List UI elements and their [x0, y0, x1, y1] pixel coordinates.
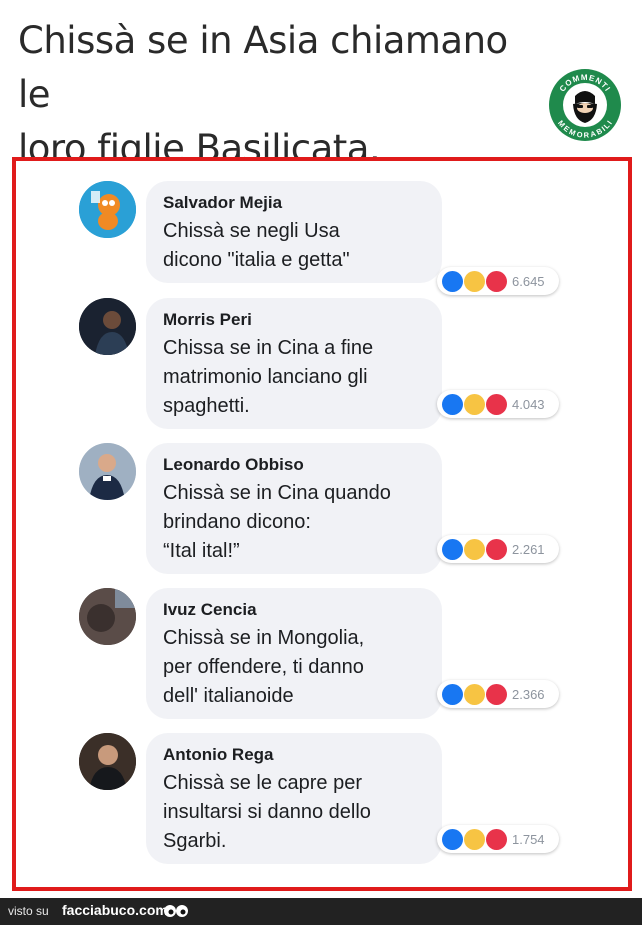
- comment-item: Leonardo Obbiso Chissà se in Cina quando…: [16, 443, 628, 574]
- comment-author[interactable]: Leonardo Obbiso: [163, 453, 428, 477]
- comment-text: Chissà se negli Usa dicono "italia e get…: [163, 220, 350, 271]
- footer-visto-su: visto su: [8, 904, 49, 918]
- headline: Chissà se in Asia chiamano le loro figli…: [18, 14, 538, 176]
- haha-reaction-icon: [464, 538, 485, 560]
- reactions-summary[interactable]: 2.261: [437, 535, 559, 563]
- love-reaction-icon: [486, 828, 507, 850]
- comment-bubble[interactable]: Morris Peri Chissa se in Cina a fine mat…: [146, 298, 442, 429]
- reactions-summary[interactable]: 2.366: [437, 680, 559, 708]
- haha-reaction-icon: [464, 393, 485, 415]
- comment-text: Chissà se in Mongolia, per offendere, ti…: [163, 627, 365, 707]
- avatar[interactable]: [79, 443, 136, 500]
- love-reaction-icon: [486, 538, 507, 560]
- commenti-memorabili-logo: COMMENTI MEMORABILI: [549, 69, 621, 141]
- comment-bubble[interactable]: Salvador Mejia Chissà se negli Usa dicon…: [146, 181, 442, 283]
- love-reaction-icon: [486, 270, 507, 292]
- person-avatar-icon: [79, 733, 136, 790]
- like-reaction-icon: [442, 683, 463, 705]
- like-reaction-icon: [442, 828, 463, 850]
- comment-item: Morris Peri Chissa se in Cina a fine mat…: [16, 298, 628, 429]
- avatar[interactable]: [79, 588, 136, 645]
- facciabuco-eyes-icon: [164, 905, 188, 917]
- reactions-summary[interactable]: 1.754: [437, 825, 559, 853]
- person-avatar-icon: [79, 443, 136, 500]
- comments-frame: Salvador Mejia Chissà se negli Usa dicon…: [12, 157, 632, 891]
- haha-reaction-icon: [464, 683, 485, 705]
- comment-author[interactable]: Morris Peri: [163, 308, 428, 332]
- reactions-summary[interactable]: 4.043: [437, 390, 559, 418]
- comment-bubble[interactable]: Antonio Rega Chissà se le capre per insu…: [146, 733, 442, 864]
- person-avatar-icon: [79, 298, 136, 355]
- reaction-count: 1.754: [512, 831, 545, 847]
- avatar[interactable]: [79, 733, 136, 790]
- comment-bubble[interactable]: Leonardo Obbiso Chissà se in Cina quando…: [146, 443, 442, 574]
- footer-site-link[interactable]: facciabuco.com: [62, 902, 168, 918]
- avatar[interactable]: [79, 181, 136, 238]
- comment-text: Chissà se le capre per insultarsi si dan…: [163, 772, 371, 852]
- love-reaction-icon: [486, 683, 507, 705]
- comment-item: Ivuz Cencia Chissà se in Mongolia, per o…: [16, 588, 628, 719]
- avatar[interactable]: [79, 298, 136, 355]
- person-avatar-icon: [79, 588, 136, 645]
- comment-text: Chissà se in Cina quando brindano dicono…: [163, 482, 391, 562]
- like-reaction-icon: [442, 538, 463, 560]
- reactions-summary[interactable]: 6.645: [437, 267, 559, 295]
- reaction-count: 6.645: [512, 273, 545, 289]
- comment-item: Salvador Mejia Chissà se negli Usa dicon…: [16, 181, 628, 311]
- love-reaction-icon: [486, 393, 507, 415]
- comment-author[interactable]: Salvador Mejia: [163, 191, 428, 215]
- comment-bubble[interactable]: Ivuz Cencia Chissà se in Mongolia, per o…: [146, 588, 442, 719]
- headline-line-1: Chissà se in Asia chiamano le: [18, 19, 508, 116]
- reaction-count: 4.043: [512, 396, 545, 412]
- haha-reaction-icon: [464, 270, 485, 292]
- comment-text: Chissa se in Cina a fine matrimonio lanc…: [163, 337, 374, 417]
- footer-bar: visto su facciabuco.com: [0, 898, 642, 925]
- comment-author[interactable]: Ivuz Cencia: [163, 598, 428, 622]
- comment-author[interactable]: Antonio Rega: [163, 743, 428, 767]
- like-reaction-icon: [442, 270, 463, 292]
- comment-item: Antonio Rega Chissà se le capre per insu…: [16, 733, 628, 864]
- like-reaction-icon: [442, 393, 463, 415]
- haha-reaction-icon: [464, 828, 485, 850]
- reaction-count: 2.261: [512, 541, 545, 557]
- reaction-count: 2.366: [512, 686, 545, 702]
- cartoon-cat-avatar-icon: [79, 181, 136, 238]
